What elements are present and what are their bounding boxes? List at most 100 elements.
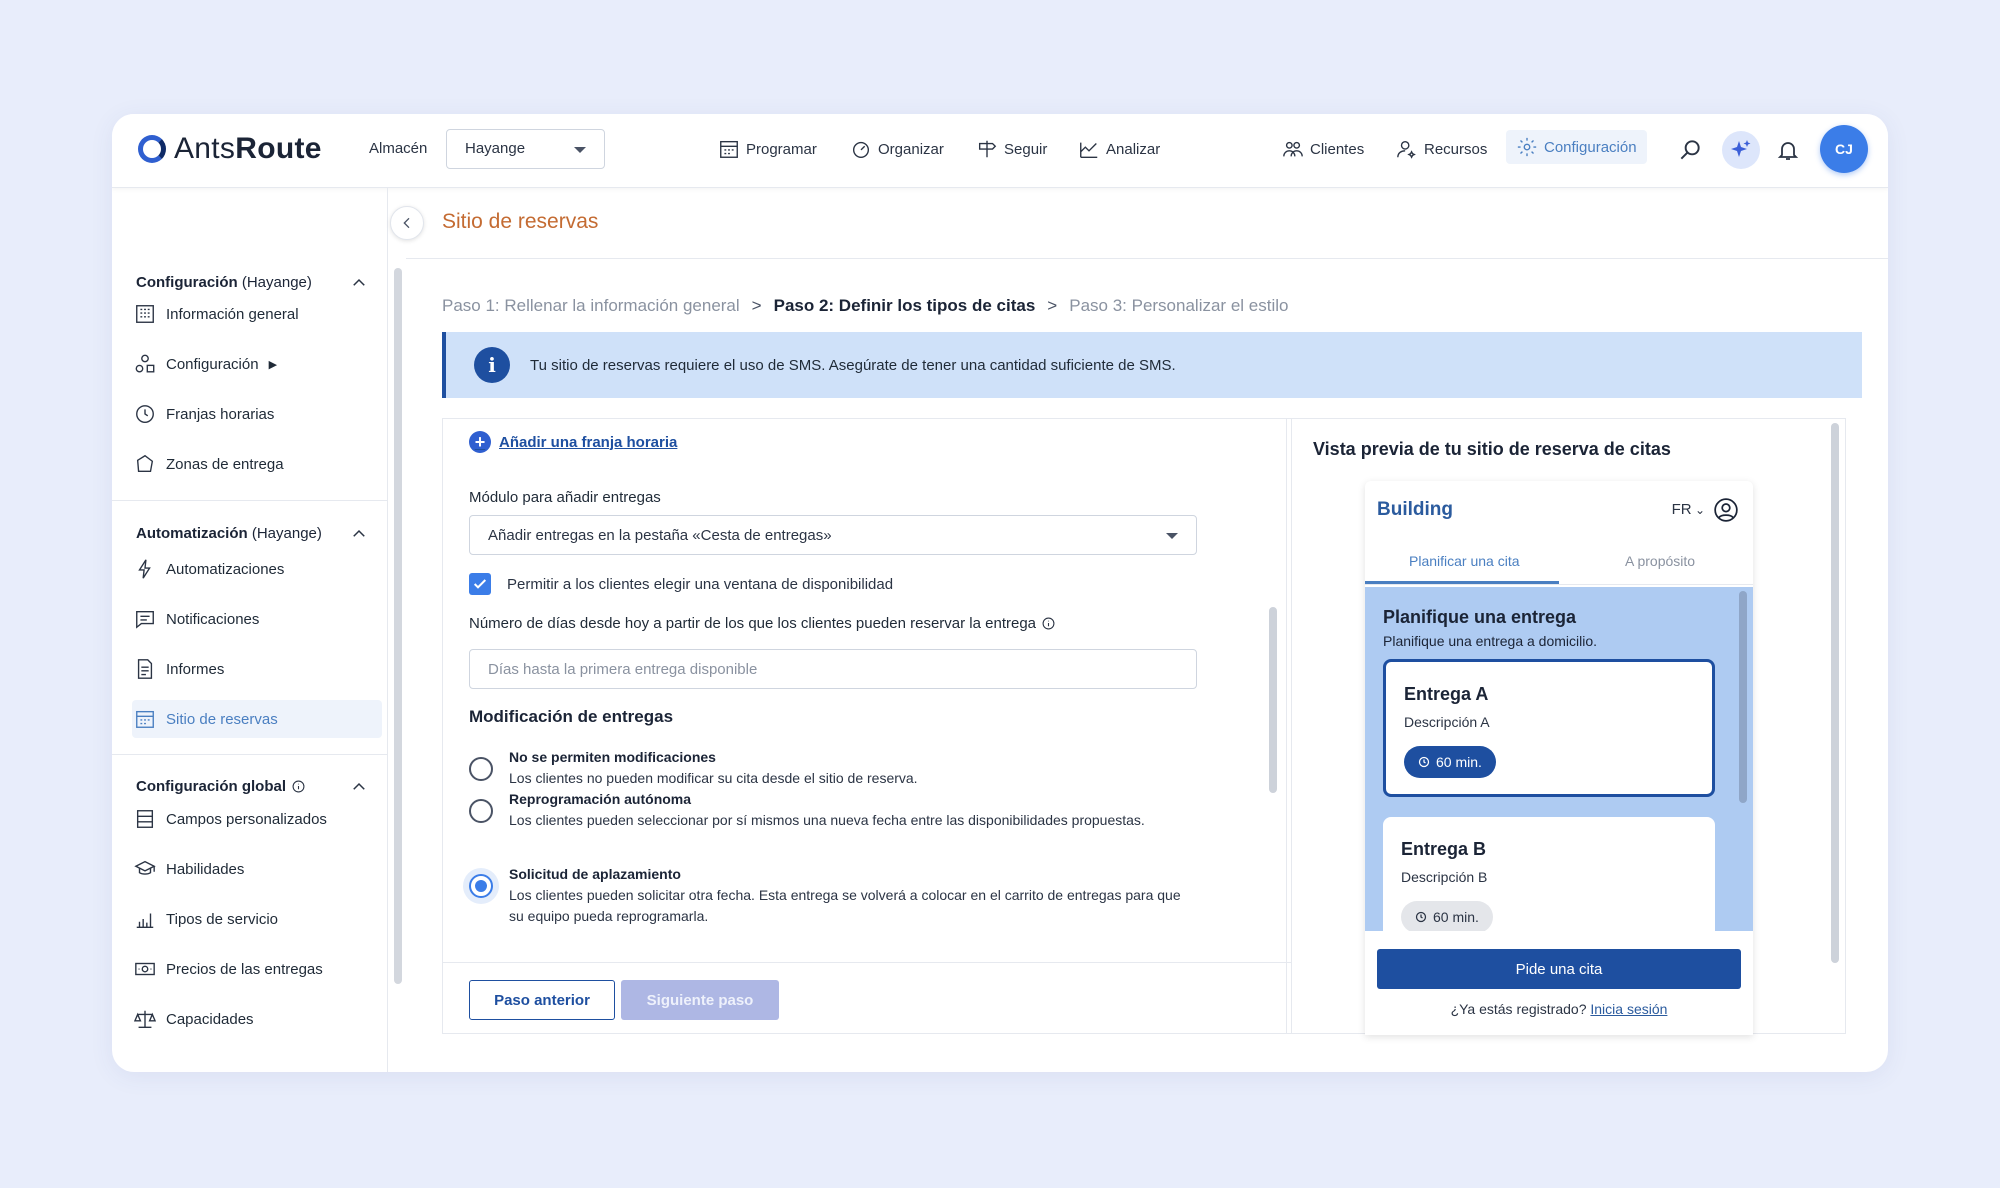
- next-step-button[interactable]: Siguiente paso: [621, 980, 779, 1020]
- delivery-card-a[interactable]: Entrega A Descripción A 60 min.: [1383, 659, 1715, 797]
- nav-track-label: Seguir: [1004, 140, 1048, 158]
- sidebar-item-custom-fields[interactable]: Campos personalizados: [132, 800, 382, 838]
- nav-organize[interactable]: Organizar: [850, 138, 944, 160]
- previous-step-button[interactable]: Paso anterior: [469, 980, 615, 1020]
- sidebar-item-automations[interactable]: Automatizaciones: [132, 550, 382, 588]
- section-automation-header[interactable]: Automatización (Hayange): [136, 525, 322, 542]
- tab-about[interactable]: A propósito: [1625, 553, 1695, 569]
- page-title: Sitio de reservas: [442, 210, 599, 233]
- search-button[interactable]: [1676, 136, 1704, 164]
- info-circle-icon[interactable]: [1042, 617, 1055, 630]
- radio-postpone-request[interactable]: [469, 874, 493, 898]
- sidebar-item-configuration[interactable]: Configuración ▶: [132, 345, 382, 383]
- option-no-modifications[interactable]: No se permiten modificaciones Los client…: [469, 747, 1189, 789]
- bell-icon: [1777, 142, 1799, 160]
- step-separator: >: [751, 296, 762, 315]
- gauge-icon: [852, 141, 870, 158]
- sidebar-item-capacities[interactable]: Capacidades: [132, 1000, 382, 1038]
- option-self-reschedule[interactable]: Reprogramación autónoma Los clientes pue…: [469, 789, 1189, 831]
- radio-no-modifications[interactable]: [469, 757, 493, 781]
- delivery-card-b[interactable]: Entrega B Descripción B 60 min.: [1383, 817, 1715, 931]
- sidebar-item-reports[interactable]: Informes: [132, 650, 382, 688]
- sidebar-item-delivery-prices[interactable]: Precios de las entregas: [132, 950, 382, 988]
- chevron-up-icon[interactable]: [350, 525, 368, 543]
- caret-down-icon: [1166, 533, 1178, 539]
- collapse-sidebar-button[interactable]: [390, 206, 424, 240]
- shapes-icon: [135, 354, 155, 373]
- step-separator: >: [1047, 296, 1058, 315]
- main-content: Sitio de reservas Paso 1: Rellenar la in…: [406, 188, 1888, 1072]
- form-scrollbar[interactable]: [1269, 607, 1277, 793]
- section-global-header[interactable]: Configuración global: [136, 778, 305, 795]
- preview-body-scrollbar[interactable]: [1739, 591, 1747, 803]
- logo-text-bold: Route: [235, 132, 322, 165]
- allow-window-checkbox[interactable]: [469, 573, 491, 595]
- login-link[interactable]: Inicia sesión: [1590, 1001, 1667, 1017]
- building-icon: [136, 305, 154, 323]
- sidebar: Configuración (Hayange) Información gene…: [112, 188, 402, 1072]
- logo-text-light: Ants: [174, 132, 236, 165]
- add-time-slot-link[interactable]: + Añadir una franja horaria: [469, 431, 677, 453]
- option-title: Reprogramación autónoma: [509, 791, 692, 807]
- request-appointment-button[interactable]: Pide una cita: [1377, 949, 1741, 989]
- chevron-down-icon: ⌄: [1691, 503, 1705, 517]
- sidebar-item-notifications[interactable]: Notificaciones: [132, 600, 382, 638]
- nav-schedule[interactable]: Programar: [718, 138, 817, 160]
- sms-info-banner: i Tu sitio de reservas requiere el uso d…: [442, 332, 1862, 398]
- sidebar-item-delivery-zones[interactable]: Zonas de entrega: [132, 445, 382, 483]
- gear-icon: [1517, 137, 1537, 157]
- sidebar-item-general-info[interactable]: Información general: [132, 295, 382, 333]
- appointment-form: + Añadir una franja horaria Módulo para …: [442, 418, 1292, 1034]
- tab-plan-appointment[interactable]: Planificar una cita: [1409, 553, 1520, 569]
- nav-resources[interactable]: Recursos: [1396, 138, 1487, 160]
- nav-clients[interactable]: Clientes: [1282, 138, 1364, 160]
- option-desc: Los clientes pueden solicitar otra fecha…: [509, 887, 1181, 924]
- warehouse-select[interactable]: Hayange: [446, 129, 605, 169]
- notifications-button[interactable]: [1774, 136, 1802, 164]
- calendar-icon: [720, 140, 738, 158]
- module-select[interactable]: Añadir entregas en la pestaña «Cesta de …: [469, 515, 1197, 555]
- info-circle-icon: [292, 780, 305, 793]
- language-selector[interactable]: FR ⌄: [1672, 501, 1705, 518]
- days-label-row: Número de días desde hoy a partir de los…: [469, 615, 1055, 632]
- option-title: No se permiten modificaciones: [509, 749, 716, 765]
- section-settings-header[interactable]: Configuración (Hayange): [136, 274, 312, 291]
- sidebar-item-skills[interactable]: Habilidades: [132, 850, 382, 888]
- chevron-up-icon[interactable]: [350, 778, 368, 796]
- days-input[interactable]: Días hasta la primera entrega disponible: [469, 649, 1197, 689]
- search-icon: [1680, 140, 1700, 160]
- nav-organize-label: Organizar: [878, 140, 944, 158]
- preview-scrollbar[interactable]: [1831, 423, 1839, 963]
- top-bar: AntsRoute Almacén Hayange Programar Orga…: [112, 114, 1888, 188]
- app-window: AntsRoute Almacén Hayange Programar Orga…: [112, 114, 1888, 1072]
- nav-track[interactable]: Seguir: [976, 138, 1047, 160]
- check-icon: [473, 579, 487, 589]
- nav-settings[interactable]: Configuración: [1506, 130, 1647, 164]
- warehouse-select-value: Hayange: [465, 140, 526, 157]
- days-label: Número de días desde hoy a partir de los…: [469, 615, 1037, 632]
- option-desc: Los clientes no pueden modificar su cita…: [509, 770, 918, 786]
- preview-heading: Planifique una entrega: [1383, 607, 1577, 627]
- option-postpone-request[interactable]: Solicitud de aplazamiento Los clientes p…: [469, 864, 1189, 927]
- ai-assistant-button[interactable]: [1722, 131, 1760, 169]
- clock-icon: [136, 405, 154, 423]
- user-avatar[interactable]: CJ: [1820, 125, 1868, 173]
- preview-tabs: Planificar una cita A propósito: [1365, 541, 1753, 585]
- sidebar-scrollbar[interactable]: [394, 268, 402, 984]
- nav-clients-label: Clientes: [1310, 140, 1365, 158]
- sidebar-item-service-types[interactable]: Tipos de servicio: [132, 900, 382, 938]
- user-circle-icon[interactable]: [1713, 497, 1739, 523]
- preview-brand: Building: [1377, 499, 1453, 520]
- bar-chart-icon: [136, 913, 154, 928]
- preview-title: Vista previa de tu sitio de reserva de c…: [1313, 439, 1671, 459]
- step-3[interactable]: Paso 3: Personalizar el estilo: [1069, 296, 1288, 316]
- radio-self-reschedule[interactable]: [469, 799, 493, 823]
- active-tab-indicator: [1365, 581, 1559, 584]
- chevron-up-icon[interactable]: [350, 274, 368, 292]
- nav-analyze[interactable]: Analizar: [1078, 138, 1160, 160]
- sidebar-item-time-slots[interactable]: Franjas horarias: [132, 395, 382, 433]
- step-1[interactable]: Paso 1: Rellenar la información general: [442, 296, 740, 316]
- lightning-icon: [138, 559, 151, 579]
- sidebar-item-booking-site[interactable]: Sitio de reservas: [132, 700, 382, 738]
- antsroute-logo[interactable]: AntsRoute: [138, 132, 322, 166]
